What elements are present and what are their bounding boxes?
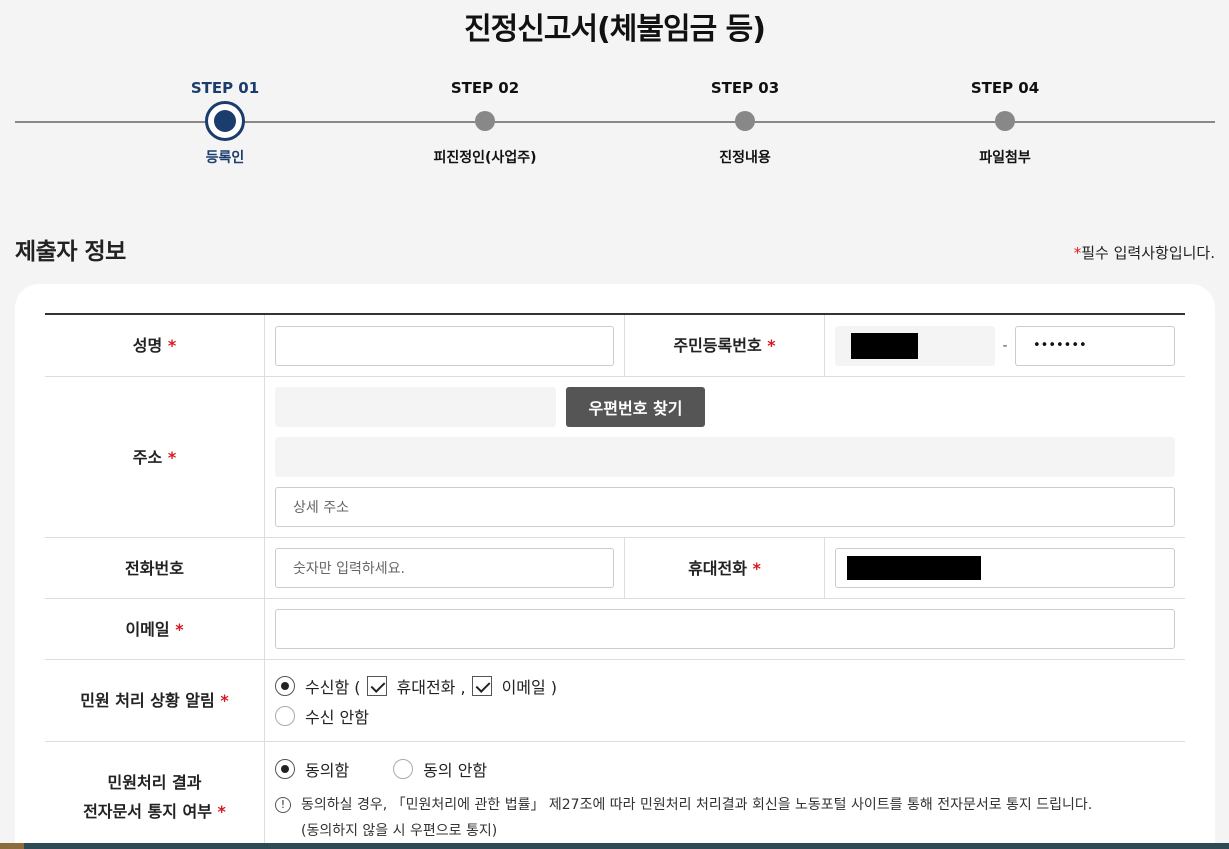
- notify-email-checkbox[interactable]: [471, 676, 492, 696]
- row-notify: 민원 처리 상황 알림 * 수신함 ( 휴대전화 , 이메일 ) 수신 안함: [45, 660, 1185, 742]
- edoc-agree-radio[interactable]: [275, 759, 295, 779]
- mobile-label: 휴대전화 *: [625, 538, 825, 598]
- step-3[interactable]: STEP 03 진정내용: [645, 70, 845, 167]
- edoc-agree-label: 동의함: [305, 761, 350, 780]
- step-number: STEP 04: [970, 79, 1040, 97]
- row-phone: 전화번호 숫자만 입력하세요. 휴대전화 *: [45, 538, 1185, 599]
- row-name: 성명 * 주민등록번호 * - •••••••: [45, 315, 1185, 377]
- resident-no-label: 주민등록번호 *: [625, 315, 825, 376]
- edoc-notice-text: 동의하실 경우, 「민원처리에 관한 법률」 제27조에 따라 민원처리 처리결…: [301, 797, 1093, 813]
- step-number: STEP 03: [710, 79, 780, 97]
- required-note-text: 필수 입력사항입니다.: [1081, 244, 1215, 262]
- step-name: 파일첨부: [979, 150, 1031, 166]
- phone-label: 전화번호: [45, 538, 265, 598]
- notify-email-label: 이메일 ): [501, 678, 558, 697]
- step-number: STEP 01: [190, 79, 260, 97]
- edoc-disagree-radio[interactable]: [393, 759, 414, 779]
- row-email: 이메일 *: [45, 599, 1185, 660]
- notify-no-receive-radio[interactable]: [275, 706, 295, 726]
- step-dot-icon: [995, 111, 1015, 131]
- email-label: 이메일 *: [45, 599, 265, 659]
- zipcode-field[interactable]: [275, 387, 556, 427]
- step-4[interactable]: STEP 04 파일첨부: [905, 70, 1105, 167]
- resident-no-back-field[interactable]: •••••••: [1015, 325, 1175, 366]
- step-name: 피진정인(사업주): [433, 150, 537, 166]
- step-number: STEP 02: [450, 79, 520, 97]
- step-name: 등록인: [205, 150, 245, 166]
- edoc-disagree-label: 동의 안함: [423, 761, 488, 780]
- notify-no-receive-label: 수신 안함: [305, 708, 369, 727]
- notify-mobile-checkbox[interactable]: [366, 676, 387, 696]
- address-label: 주소 *: [45, 377, 265, 537]
- masked-value: [851, 332, 918, 359]
- address-detail-field[interactable]: 상세 주소: [275, 487, 1175, 527]
- name-field[interactable]: [275, 325, 614, 366]
- taskbar-segment: [0, 843, 24, 849]
- address-field[interactable]: [275, 437, 1175, 477]
- step-2[interactable]: STEP 02 피진정인(사업주): [385, 70, 585, 167]
- resident-no-separator: -: [1002, 337, 1008, 354]
- resident-no-front-field[interactable]: [835, 325, 995, 366]
- page-title: 진정신고서(체불임금 등): [464, 12, 766, 47]
- find-zipcode-button[interactable]: 우편번호 찾기: [566, 387, 705, 427]
- row-edoc: 민원처리 결과 전자문서 통지 여부 * 동의함 동의 안함 ! 동의하실 경우,…: [45, 742, 1185, 849]
- name-label: 성명 *: [45, 315, 265, 376]
- mobile-field[interactable]: [835, 548, 1175, 588]
- edoc-label: 민원처리 결과 전자문서 통지 여부 *: [45, 742, 265, 849]
- step-dot-icon: [735, 111, 755, 131]
- required-note: *필수 입력사항입니다.: [1074, 242, 1215, 263]
- section-title: 제출자 정보: [15, 239, 126, 265]
- notify-label: 민원 처리 상황 알림 *: [45, 660, 265, 741]
- step-1[interactable]: STEP 01 등록인: [125, 70, 325, 167]
- info-icon: !: [275, 797, 291, 813]
- stepper: STEP 01 등록인 STEP 02 피진정인(사업주) STEP 03 진정…: [0, 70, 1229, 180]
- edoc-notice-subtext: (동의하지 않을 시 우편으로 통지): [301, 823, 498, 839]
- email-field[interactable]: [275, 609, 1175, 649]
- phone-field[interactable]: 숫자만 입력하세요.: [275, 548, 614, 588]
- notify-mobile-label: 휴대전화 ,: [396, 678, 466, 697]
- step-dot-icon: [475, 111, 495, 131]
- step-name: 진정내용: [719, 150, 771, 166]
- masked-value: [847, 556, 981, 580]
- notify-receive-label: 수신함 (: [305, 678, 361, 697]
- notify-receive-radio[interactable]: [275, 676, 295, 696]
- taskbar-strip: [0, 843, 1229, 849]
- submitter-form: 성명 * 주민등록번호 * - ••••••• 주소 * 우편번호 찾기 상세 …: [45, 313, 1185, 849]
- step-dot-icon: [205, 101, 245, 141]
- row-address: 주소 * 우편번호 찾기 상세 주소: [45, 377, 1185, 538]
